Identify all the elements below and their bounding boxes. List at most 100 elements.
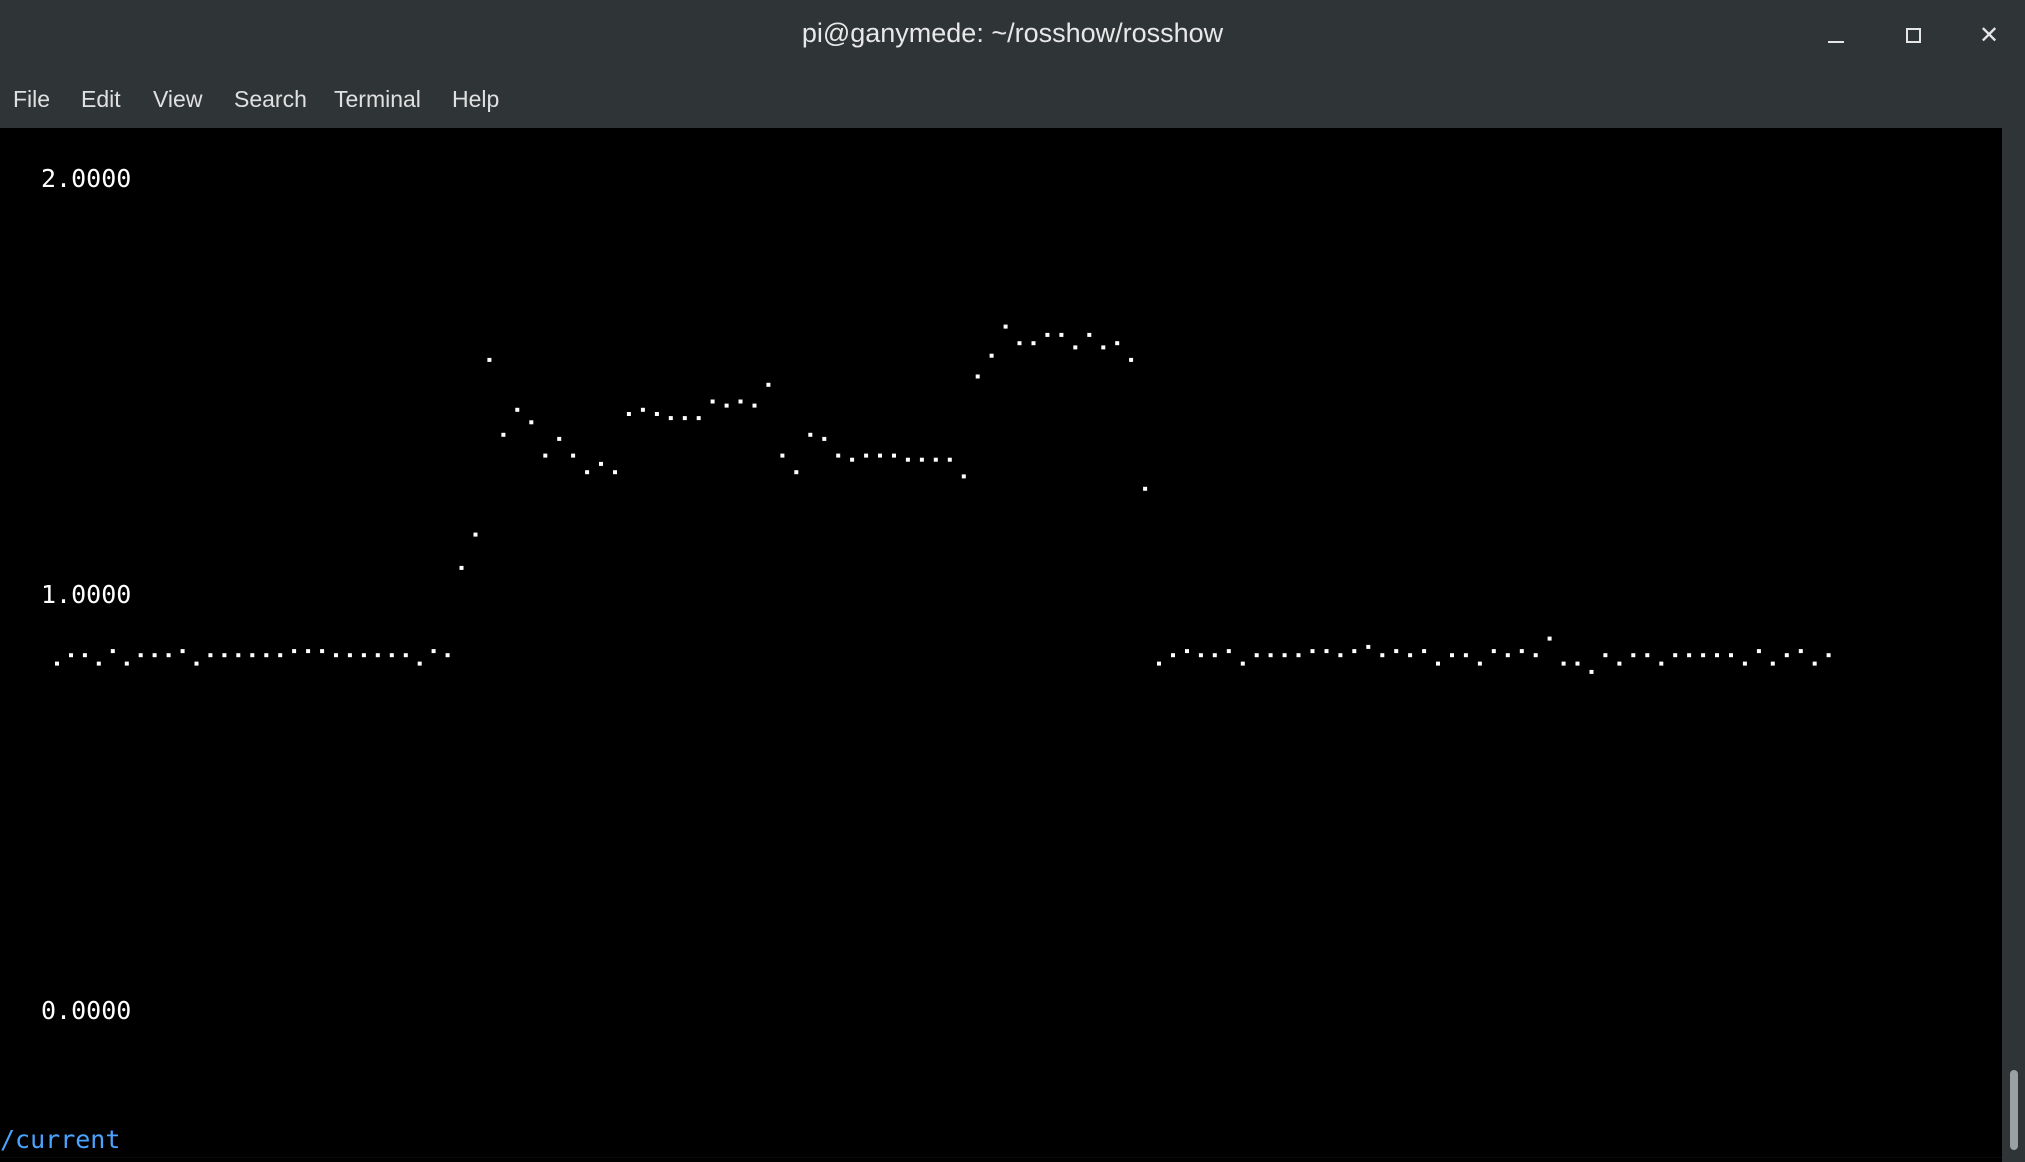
data-point [389,653,394,658]
scrollbar-thumb[interactable] [2010,1070,2018,1150]
terminal-area[interactable]: 2.0000 1.0000 0.0000 /current [0,128,2002,1158]
data-point [878,453,882,458]
data-point [543,453,548,458]
y-tick-label-max: 2.0000 [41,164,132,193]
data-point [668,416,673,421]
data-point [306,649,311,654]
data-point [110,649,115,654]
minimize-icon [1828,41,1844,43]
data-point [1031,341,1036,346]
data-point [1254,653,1259,658]
data-point [975,374,980,379]
menu-bar: File Edit View Search Terminal Help [0,70,2025,129]
data-point [1463,653,1468,658]
data-point [1826,653,1831,658]
title-bar[interactable]: pi@ganymede: ~/rosshow/rosshow ✕ [0,0,2025,70]
data-point [1491,649,1496,654]
data-point [1408,653,1413,658]
data-point [1268,653,1273,658]
data-point [278,653,283,658]
data-point [82,653,87,658]
data-point [250,653,255,658]
close-icon: ✕ [1978,21,2000,49]
topic-name: /current [0,1125,121,1154]
data-point [1729,653,1733,658]
data-point [1505,653,1510,658]
data-point [1770,661,1775,666]
data-point [654,412,659,416]
data-point [1045,332,1050,337]
data-point [501,432,506,437]
data-point [1450,653,1454,658]
data-point [361,653,366,658]
data-point [1087,332,1092,337]
data-point [1533,653,1538,658]
data-point [347,653,352,658]
menu-file[interactable]: File [13,86,50,113]
data-point [1157,661,1161,666]
data-point [180,649,185,654]
data-point [1240,661,1245,666]
terminal-window: pi@ganymede: ~/rosshow/rosshow ✕ File Ed… [0,0,2025,1162]
data-point [1198,653,1203,658]
scrollbar[interactable] [2002,128,2025,1162]
data-point [459,565,464,570]
data-point [1017,341,1022,346]
data-point [1575,661,1580,666]
data-point [445,653,450,658]
menu-terminal[interactable]: Terminal [334,86,421,113]
data-point [1756,649,1761,654]
data-point [417,661,422,666]
data-point [292,649,297,654]
data-point [1477,661,1482,666]
data-point [836,453,841,458]
data-point [724,403,729,408]
menu-view[interactable]: View [153,86,202,113]
maximize-icon [1905,27,1921,43]
data-point [152,653,157,658]
data-point [1645,653,1650,658]
data-point [515,407,520,412]
data-point [264,653,269,658]
data-point [752,403,757,408]
data-point [1812,661,1817,666]
menu-edit[interactable]: Edit [81,86,121,113]
data-point [222,653,227,658]
data-point [947,457,952,462]
data-point [320,649,325,654]
data-point [905,457,910,462]
data-point [431,649,436,654]
data-point [933,457,938,462]
data-point [808,432,813,437]
data-point [1589,669,1594,674]
menu-search[interactable]: Search [234,86,307,113]
data-point [864,453,869,458]
data-point [487,357,492,362]
data-point [1673,653,1678,658]
ascii-plot [55,324,1831,674]
data-point [557,436,562,441]
menu-help[interactable]: Help [452,86,499,113]
data-point [69,653,73,658]
data-point [1226,649,1231,654]
data-point [794,470,799,475]
data-point [850,457,855,462]
data-point [473,532,478,537]
data-point [1003,324,1008,329]
data-point [1129,357,1134,362]
data-point [1366,644,1371,649]
minimize-button[interactable] [1819,18,1853,52]
maximize-button[interactable] [1896,18,1930,52]
data-point [1324,649,1329,654]
data-point [1394,649,1399,654]
data-point [1561,661,1566,666]
data-point [1519,649,1524,654]
data-point [96,661,101,666]
data-point [1603,653,1608,658]
data-point [529,420,534,425]
close-button[interactable]: ✕ [1972,18,2006,52]
data-point [1296,653,1301,658]
data-point [599,461,603,466]
data-point [1659,661,1664,666]
data-point [208,653,213,658]
